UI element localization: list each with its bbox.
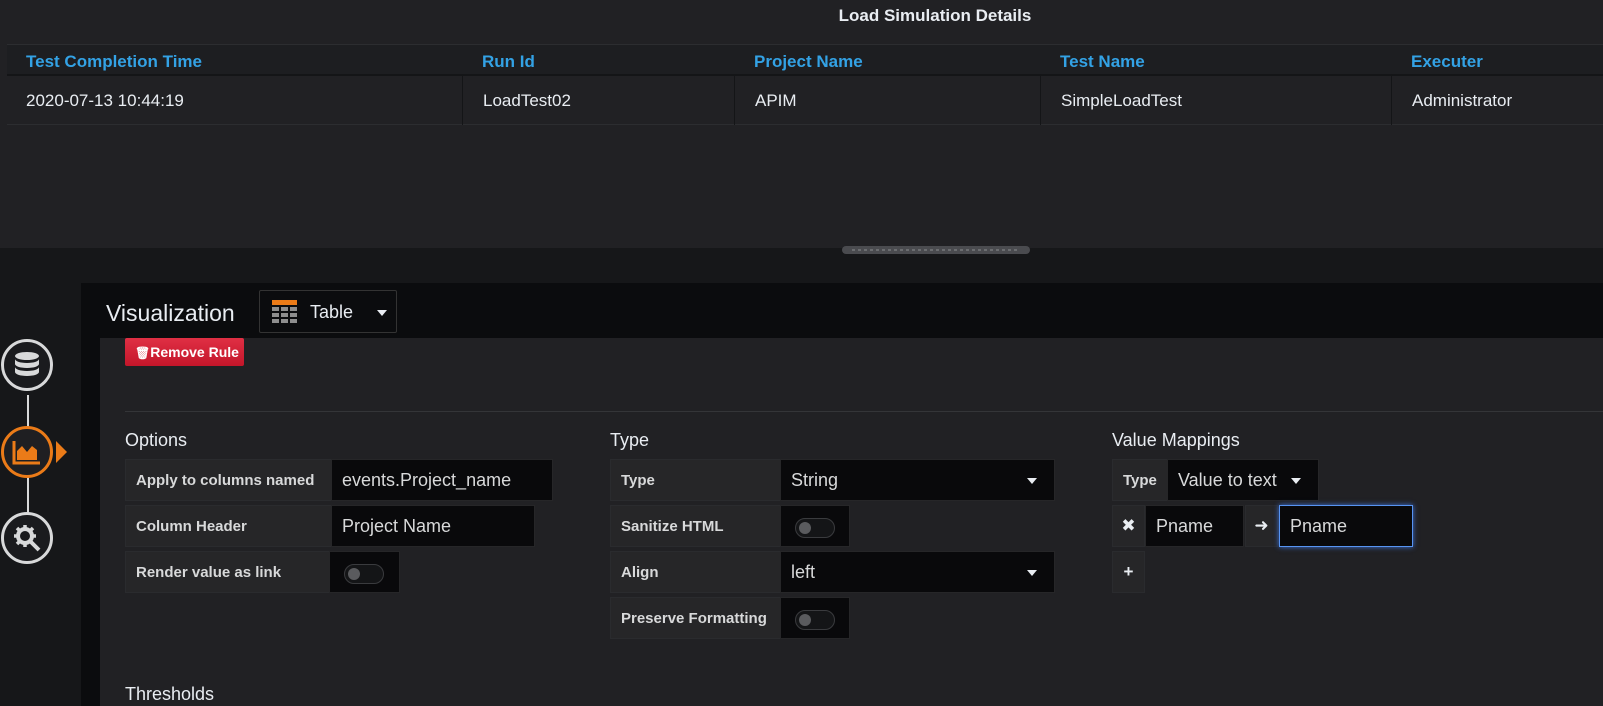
type-select[interactable]: String: [780, 459, 1055, 501]
chevron-down-icon: [377, 310, 387, 316]
cell-test-name: SimpleLoadTest: [1061, 91, 1182, 110]
column-header-executer[interactable]: Executer: [1411, 52, 1483, 72]
close-icon[interactable]: ✖: [1112, 505, 1145, 547]
arrow-right-icon: ➜: [1245, 505, 1278, 547]
apply-to-columns-label: Apply to columns named: [125, 459, 332, 501]
cell-completion-time: 2020-07-13 10:44:19: [26, 91, 184, 110]
table-icon: [272, 300, 297, 323]
chevron-down-icon: [1291, 478, 1301, 484]
type-title: Type: [610, 430, 650, 450]
visualization-type-picker[interactable]: Table: [259, 290, 397, 333]
remove-rule-button[interactable]: 🗑Remove Rule: [125, 338, 244, 366]
type-label: Type: [610, 459, 781, 501]
table-header: Test Completion Time Run Id Project Name…: [7, 44, 1603, 76]
sanitize-html-label: Sanitize HTML: [610, 505, 781, 547]
column-header-run-id[interactable]: Run Id: [482, 52, 535, 72]
column-header-completion-time[interactable]: Test Completion Time: [26, 52, 202, 72]
panel-title: Load Simulation Details: [838, 6, 1032, 25]
column-header-label: Column Header: [125, 505, 332, 547]
column-header-project-name[interactable]: Project Name: [754, 52, 863, 72]
visualization-title: Visualization: [106, 300, 235, 326]
align-label: Align: [610, 551, 781, 593]
sanitize-html-toggle[interactable]: [780, 505, 850, 547]
section-divider: [125, 411, 1603, 412]
chevron-down-icon: [1027, 570, 1037, 576]
results-table: Test Completion Time Run Id Project Name…: [7, 44, 1603, 125]
mapping-from-input[interactable]: Pname: [1145, 505, 1244, 547]
active-rail-indicator: [56, 441, 67, 463]
options-title: Options: [125, 430, 188, 450]
cell-executer: Administrator: [1412, 91, 1513, 110]
thresholds-title: Thresholds: [125, 684, 215, 704]
value-mappings-title: Value Mappings: [1112, 430, 1240, 450]
chevron-down-icon: [1027, 478, 1037, 484]
align-select[interactable]: left: [780, 551, 1055, 593]
add-mapping-icon[interactable]: +: [1112, 551, 1145, 593]
mapping-type-select[interactable]: Value to text: [1167, 459, 1319, 501]
preserve-formatting-label: Preserve Formatting: [610, 597, 781, 639]
load-simulation-panel: Load Simulation Details Test Completion …: [0, 0, 1603, 248]
mapping-type-label: Type: [1112, 459, 1168, 501]
cell-project-name: APIM: [755, 91, 797, 110]
visualization-type-label: Table: [310, 302, 354, 322]
database-icon[interactable]: [1, 339, 53, 391]
preserve-formatting-toggle[interactable]: [780, 597, 850, 639]
table-row: 2020-07-13 10:44:19 LoadTest02 APIM Simp…: [7, 76, 1603, 125]
render-link-toggle[interactable]: [329, 551, 400, 593]
cell-run-id: LoadTest02: [483, 91, 571, 110]
render-link-label: Render value as link: [125, 551, 332, 593]
gear-icon[interactable]: [1, 512, 53, 564]
chart-icon[interactable]: [1, 426, 53, 478]
mapping-to-input[interactable]: Pname: [1279, 505, 1413, 547]
column-header-test-name[interactable]: Test Name: [1060, 52, 1145, 72]
apply-to-columns-input[interactable]: events.Project_name: [331, 459, 553, 501]
column-header-input[interactable]: Project Name: [331, 505, 535, 547]
trash-icon: 🗑: [135, 346, 151, 360]
panel-resize-handle[interactable]: [842, 246, 1030, 254]
